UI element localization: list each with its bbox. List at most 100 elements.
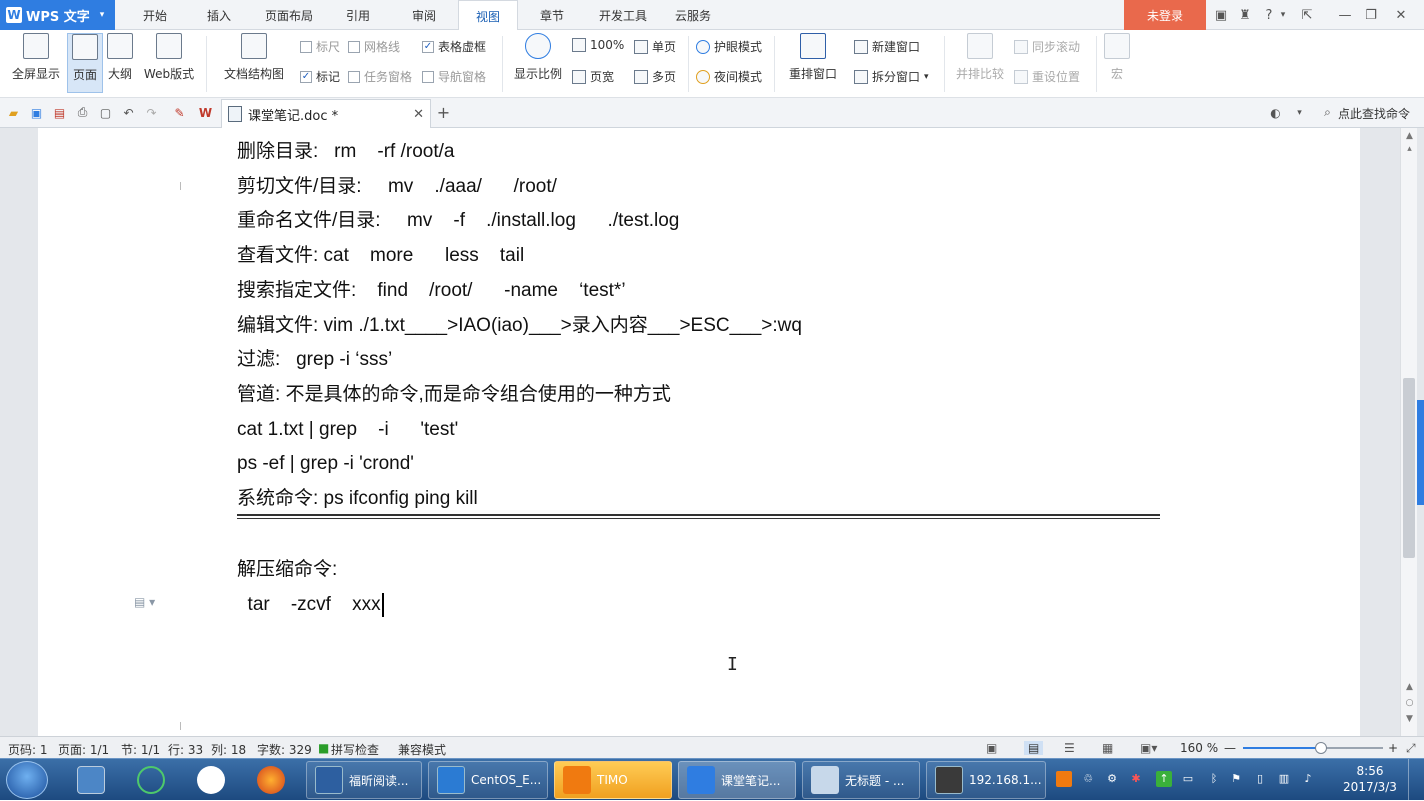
doc-line-5[interactable]: 搜索指定文件: find /root/ -name ‘test*’ bbox=[237, 278, 626, 304]
mark-checkbox[interactable]: ✓ 标记 bbox=[300, 68, 340, 85]
doc-structure-button[interactable]: 文档结构图 bbox=[216, 33, 292, 82]
document-tab[interactable]: 课堂笔记.doc * ✕ bbox=[221, 99, 431, 128]
tab-references[interactable]: 引用 bbox=[334, 0, 382, 30]
tray-timo-icon[interactable] bbox=[1056, 771, 1072, 787]
page-view-button[interactable]: 页面 bbox=[67, 33, 103, 93]
find-command-box[interactable]: 点此查找命令 bbox=[1338, 105, 1410, 122]
macro-button[interactable]: 宏 bbox=[1102, 33, 1132, 82]
taskbar-pin-firefox[interactable] bbox=[246, 762, 296, 798]
task-remote-terminal[interactable]: 192.168.1... bbox=[926, 761, 1046, 799]
task-untitled[interactable]: 无标题 - ... bbox=[802, 761, 920, 799]
night-mode-button[interactable]: 夜间模式 bbox=[696, 68, 762, 85]
vertical-scrollbar[interactable]: ▲ ▴ ▲ ○ ▼ bbox=[1400, 128, 1417, 736]
outline-view-button[interactable]: 大纲 bbox=[104, 33, 136, 82]
tab-home[interactable]: 开始 bbox=[128, 0, 182, 30]
tray-security-icon[interactable]: ⚙ bbox=[1104, 771, 1120, 787]
tab-insert[interactable]: 插入 bbox=[192, 0, 246, 30]
zoom-percent[interactable]: 160 % bbox=[1180, 741, 1218, 755]
start-button[interactable] bbox=[6, 761, 48, 799]
export-pdf-icon[interactable]: ▤ bbox=[52, 105, 67, 120]
undo-icon[interactable]: ↶ bbox=[121, 105, 136, 120]
tab-chapter[interactable]: 章节 bbox=[528, 0, 576, 30]
taskbar-pin-atom[interactable] bbox=[126, 762, 176, 798]
reset-position-button[interactable]: 重设位置 bbox=[1014, 68, 1080, 85]
minimize-icon[interactable]: — bbox=[1336, 6, 1354, 24]
page-view-icon[interactable]: ▤ bbox=[1024, 741, 1044, 755]
flag-icon[interactable]: ⚑ bbox=[1228, 771, 1244, 787]
read-mode-icon[interactable]: ▣▾ bbox=[1140, 741, 1157, 755]
print-icon[interactable]: ⎙ bbox=[75, 105, 90, 120]
zoom-100-button[interactable]: 100% bbox=[572, 38, 624, 52]
tab-review[interactable]: 审阅 bbox=[400, 0, 448, 30]
scrollbar-thumb[interactable] bbox=[1403, 378, 1415, 558]
zoom-out-icon[interactable]: — bbox=[1224, 741, 1236, 755]
task-timo[interactable]: TIMO bbox=[554, 761, 672, 799]
tab-developer[interactable]: 开发工具 bbox=[588, 0, 658, 30]
rearrange-window-button[interactable]: 重排窗口 bbox=[780, 33, 846, 82]
browse-object-icon[interactable]: ○ bbox=[1404, 698, 1415, 709]
split-window-button[interactable]: 拆分窗口 ▾ bbox=[854, 68, 929, 85]
tray-recycle-icon[interactable]: ♲ bbox=[1080, 771, 1096, 787]
format-painter-icon[interactable]: ✎ bbox=[172, 105, 187, 120]
single-page-button[interactable]: 单页 bbox=[634, 38, 676, 55]
doc-line-11[interactable]: 系统命令: ps ifconfig ping kill bbox=[237, 486, 478, 512]
multi-page-button[interactable]: 多页 bbox=[634, 68, 676, 85]
zoom-slider[interactable] bbox=[1243, 742, 1383, 754]
print-preview-icon[interactable]: ▢ bbox=[98, 105, 113, 120]
doc-line-10[interactable]: ps -ef | grep -i 'crond' bbox=[237, 451, 414, 477]
taskbar-pin-baidu[interactable] bbox=[186, 762, 236, 798]
paragraph-menu-icon[interactable]: ▤ ▾ bbox=[134, 595, 155, 609]
doc-line-3[interactable]: 重命名文件/目录: mv -f ./install.log ./test.log bbox=[237, 208, 679, 234]
expand-icon[interactable]: ⤢ bbox=[1406, 741, 1416, 756]
scroll-top-icon[interactable]: ▲ bbox=[1404, 131, 1415, 142]
fullscreen-view-icon[interactable]: ▣ bbox=[986, 741, 997, 755]
save-icon[interactable]: ▣ bbox=[29, 105, 44, 120]
side-by-side-button[interactable]: 并排比较 bbox=[950, 33, 1010, 82]
skin-icon[interactable]: ▣ bbox=[1212, 6, 1230, 24]
login-button[interactable]: 未登录 bbox=[1124, 0, 1206, 30]
doc-line-7[interactable]: 过滤: grep -i ‘sss’ bbox=[237, 347, 392, 373]
scroll-down-icon[interactable]: ▼ bbox=[1404, 714, 1415, 725]
volume-icon[interactable]: ♪ bbox=[1300, 771, 1316, 787]
clock[interactable]: 8:56 2017/3/3 bbox=[1340, 763, 1400, 795]
close-tab-icon[interactable]: ✕ bbox=[413, 107, 424, 122]
tray-update-icon[interactable]: ↑ bbox=[1156, 771, 1172, 787]
doc-line-9[interactable]: cat 1.txt | grep -i 'test' bbox=[237, 417, 458, 443]
sync-scroll-button[interactable]: 同步滚动 bbox=[1014, 38, 1080, 55]
tab-cloud[interactable]: 云服务 bbox=[664, 0, 722, 30]
ruler-checkbox[interactable]: 标尺 bbox=[300, 38, 340, 55]
web-view-button[interactable]: Web版式 bbox=[140, 33, 198, 82]
zoom-button[interactable]: 显示比例 bbox=[510, 33, 566, 82]
task-foxit-reader[interactable]: 福昕阅读... bbox=[306, 761, 422, 799]
show-desktop-button[interactable] bbox=[1408, 759, 1424, 801]
doc-last-line[interactable]: tar -zcvf xxx bbox=[237, 592, 381, 618]
fullscreen-view-button[interactable]: 全屏显示 bbox=[8, 33, 64, 82]
grid-checkbox[interactable]: 网格线 bbox=[348, 38, 400, 55]
wps-w-icon[interactable]: W bbox=[198, 105, 213, 120]
outline-view-icon[interactable]: ☰ bbox=[1064, 741, 1075, 755]
scroll-up-icon[interactable]: ▲ bbox=[1404, 682, 1415, 693]
open-folder-icon[interactable]: ▰ bbox=[6, 105, 21, 120]
new-window-button[interactable]: 新建窗口 bbox=[854, 38, 920, 55]
maximize-icon[interactable]: ❐ bbox=[1362, 6, 1380, 24]
zoom-slider-knob[interactable] bbox=[1315, 742, 1328, 754]
page-width-button[interactable]: 页宽 bbox=[572, 68, 614, 85]
doc-line-1[interactable]: 删除目录: rm -rf /root/a bbox=[237, 139, 454, 165]
bluetooth-icon[interactable]: ᛒ bbox=[1206, 771, 1222, 787]
redo-icon[interactable]: ↷ bbox=[144, 105, 159, 120]
scroll-up-icon[interactable]: ▴ bbox=[1404, 144, 1415, 155]
side-panel-handle[interactable] bbox=[1417, 400, 1424, 505]
status-word-count[interactable]: 字数: 329 bbox=[257, 741, 312, 758]
doc-line-6[interactable]: 编辑文件: vim ./1.txt____>IAO(iao)___>录入内容__… bbox=[237, 313, 802, 339]
section-title[interactable]: 解压缩命令: bbox=[237, 557, 337, 583]
tray-antivirus-icon[interactable]: ✱ bbox=[1128, 771, 1144, 787]
zoom-in-icon[interactable]: + bbox=[1388, 741, 1398, 755]
tab-page-layout[interactable]: 页面布局 bbox=[254, 0, 324, 30]
tray-device-icon[interactable]: ▯ bbox=[1252, 771, 1268, 787]
doc-line-8[interactable]: 管道: 不是具体的命令,而是命令组合使用的一种方式 bbox=[237, 382, 671, 408]
network-icon[interactable]: ▥ bbox=[1276, 771, 1292, 787]
close-icon[interactable]: ✕ bbox=[1392, 6, 1410, 24]
doc-line-4[interactable]: 查看文件: cat more less tail bbox=[237, 243, 524, 269]
tray-display-icon[interactable]: ▭ bbox=[1180, 771, 1196, 787]
task-centos[interactable]: CentOS_E... bbox=[428, 761, 548, 799]
